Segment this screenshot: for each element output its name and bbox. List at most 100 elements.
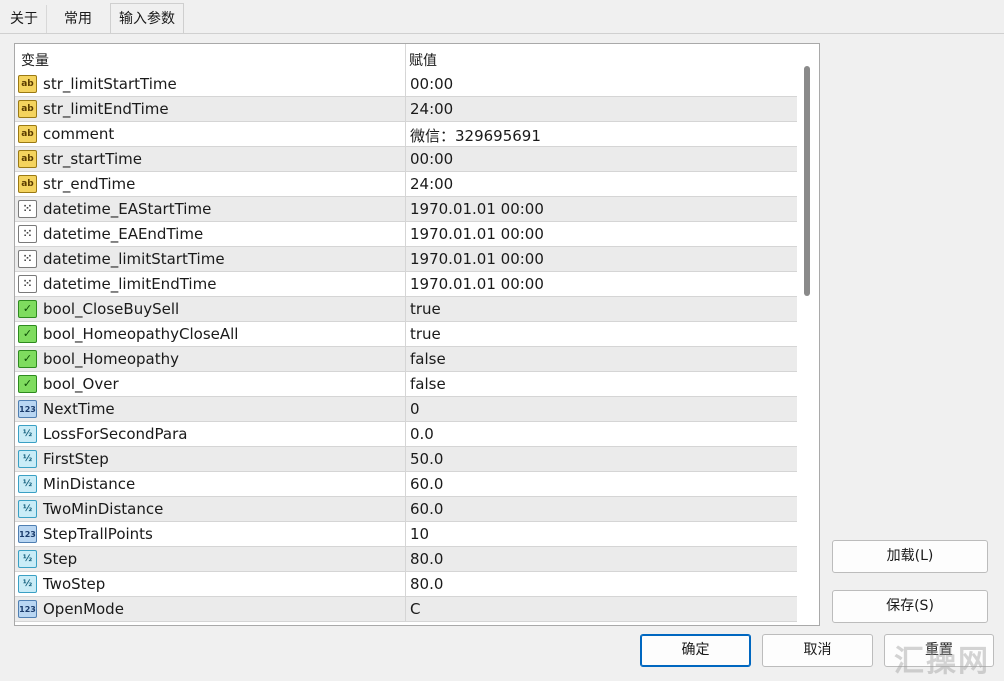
cell-divider bbox=[405, 72, 406, 97]
param-value[interactable]: 80.0 bbox=[410, 575, 443, 593]
vertical-scrollbar[interactable] bbox=[797, 44, 819, 625]
param-value[interactable]: 00:00 bbox=[410, 150, 453, 168]
string-icon: ab bbox=[18, 150, 37, 168]
double-icon: ½ bbox=[18, 450, 37, 468]
ok-button[interactable]: 确定 bbox=[640, 634, 751, 667]
table-row[interactable]: ab str_startTime 00:00 bbox=[15, 147, 798, 172]
column-header-variable[interactable]: 变量 bbox=[21, 50, 49, 70]
param-value[interactable]: C bbox=[410, 600, 420, 618]
param-value[interactable]: 24:00 bbox=[410, 100, 453, 118]
cell-divider bbox=[405, 472, 406, 497]
table-row[interactable]: ½ TwoMinDistance 60.0 bbox=[15, 497, 798, 522]
param-value[interactable]: 60.0 bbox=[410, 500, 443, 518]
int-icon: 123 bbox=[18, 400, 37, 418]
cell-divider bbox=[405, 322, 406, 347]
double-icon: ½ bbox=[18, 550, 37, 568]
string-icon: ab bbox=[18, 75, 37, 93]
param-value[interactable]: 60.0 bbox=[410, 475, 443, 493]
tab-about[interactable]: 关于 bbox=[2, 5, 47, 33]
cancel-button[interactable]: 取消 bbox=[762, 634, 873, 667]
table-row[interactable]: ⁙ datetime_EAEndTime 1970.01.01 00:00 bbox=[15, 222, 798, 247]
param-name: str_limitEndTime bbox=[43, 100, 169, 118]
param-value[interactable]: 1970.01.01 00:00 bbox=[410, 225, 544, 243]
param-name: comment bbox=[43, 125, 115, 143]
param-name: bool_CloseBuySell bbox=[43, 300, 180, 318]
param-value[interactable]: 10 bbox=[410, 525, 429, 543]
table-row[interactable]: ⁙ datetime_limitStartTime 1970.01.01 00:00 bbox=[15, 247, 798, 272]
param-name: FirstStep bbox=[43, 450, 109, 468]
datetime-icon: ⁙ bbox=[18, 275, 37, 293]
cell-divider bbox=[405, 197, 406, 222]
table-row[interactable]: ⁙ datetime_limitEndTime 1970.01.01 00:00 bbox=[15, 272, 798, 297]
param-value[interactable]: 1970.01.01 00:00 bbox=[410, 275, 544, 293]
cell-divider bbox=[405, 172, 406, 197]
load-button[interactable]: 加载(L) bbox=[832, 540, 988, 573]
table-row[interactable]: ½ TwoStep 80.0 bbox=[15, 572, 798, 597]
table-row[interactable]: ✓ bool_Over false bbox=[15, 372, 798, 397]
param-name: datetime_EAEndTime bbox=[43, 225, 204, 243]
table-row[interactable]: ½ Step 80.0 bbox=[15, 547, 798, 572]
param-value[interactable]: 24:00 bbox=[410, 175, 453, 193]
param-name: StepTrallPoints bbox=[43, 525, 153, 543]
cell-divider bbox=[405, 97, 406, 122]
column-divider[interactable] bbox=[405, 44, 406, 72]
table-row[interactable]: ab str_limitEndTime 24:00 bbox=[15, 97, 798, 122]
param-value[interactable]: 80.0 bbox=[410, 550, 443, 568]
table-row[interactable]: ½ FirstStep 50.0 bbox=[15, 447, 798, 472]
param-value[interactable]: 0.0 bbox=[410, 425, 434, 443]
param-value[interactable]: false bbox=[410, 350, 446, 368]
table-row[interactable]: 123 NextTime 0 bbox=[15, 397, 798, 422]
double-icon: ½ bbox=[18, 475, 37, 493]
tab-input-params[interactable]: 输入参数 bbox=[110, 3, 184, 34]
table-row[interactable]: ✓ bool_Homeopathy false bbox=[15, 347, 798, 372]
table-row[interactable]: ab str_limitStartTime 00:00 bbox=[15, 72, 798, 97]
table-row[interactable]: ab str_endTime 24:00 bbox=[15, 172, 798, 197]
table-row[interactable]: ⁙ datetime_EAStartTime 1970.01.01 00:00 bbox=[15, 197, 798, 222]
scrollbar-thumb[interactable] bbox=[804, 66, 810, 296]
table-row[interactable]: ½ MinDistance 60.0 bbox=[15, 472, 798, 497]
param-name: bool_HomeopathyCloseAll bbox=[43, 325, 239, 343]
tab-common[interactable]: 常用 bbox=[56, 5, 100, 33]
string-icon: ab bbox=[18, 175, 37, 193]
param-value[interactable]: true bbox=[410, 300, 441, 318]
param-name: bool_Homeopathy bbox=[43, 350, 179, 368]
cell-divider bbox=[405, 222, 406, 247]
table-row[interactable]: ✓ bool_HomeopathyCloseAll true bbox=[15, 322, 798, 347]
param-name: datetime_limitStartTime bbox=[43, 250, 225, 268]
column-header-value[interactable]: 赋值 bbox=[409, 50, 437, 70]
grid-header: 变量 赋值 bbox=[15, 44, 798, 72]
double-icon: ½ bbox=[18, 425, 37, 443]
param-name: MinDistance bbox=[43, 475, 136, 493]
param-value[interactable]: 50.0 bbox=[410, 450, 443, 468]
cell-divider bbox=[405, 597, 406, 622]
string-icon: ab bbox=[18, 125, 37, 143]
table-row[interactable]: ✓ bool_CloseBuySell true bbox=[15, 297, 798, 322]
table-row[interactable]: ab comment 微信：329695691 bbox=[15, 122, 798, 147]
cell-divider bbox=[405, 272, 406, 297]
cell-divider bbox=[405, 572, 406, 597]
param-name: str_limitStartTime bbox=[43, 75, 177, 93]
param-name: NextTime bbox=[43, 400, 115, 418]
param-name: LossForSecondPara bbox=[43, 425, 188, 443]
param-value[interactable]: 0 bbox=[410, 400, 420, 418]
table-row[interactable]: 123 OpenMode C bbox=[15, 597, 798, 622]
cell-divider bbox=[405, 422, 406, 447]
table-row[interactable]: ½ LossForSecondPara 0.0 bbox=[15, 422, 798, 447]
param-value[interactable]: 1970.01.01 00:00 bbox=[410, 200, 544, 218]
double-icon: ½ bbox=[18, 575, 37, 593]
param-value[interactable]: 00:00 bbox=[410, 75, 453, 93]
cell-divider bbox=[405, 122, 406, 147]
param-name: datetime_limitEndTime bbox=[43, 275, 217, 293]
cell-divider bbox=[405, 547, 406, 572]
param-value[interactable]: 微信：329695691 bbox=[410, 125, 541, 146]
table-row[interactable]: 123 StepTrallPoints 10 bbox=[15, 522, 798, 547]
cell-divider bbox=[405, 447, 406, 472]
param-value[interactable]: 1970.01.01 00:00 bbox=[410, 250, 544, 268]
param-name: Step bbox=[43, 550, 78, 568]
cell-divider bbox=[405, 147, 406, 172]
cell-divider bbox=[405, 397, 406, 422]
param-value[interactable]: false bbox=[410, 375, 446, 393]
param-name: str_endTime bbox=[43, 175, 136, 193]
param-value[interactable]: true bbox=[410, 325, 441, 343]
save-button[interactable]: 保存(S) bbox=[832, 590, 988, 623]
